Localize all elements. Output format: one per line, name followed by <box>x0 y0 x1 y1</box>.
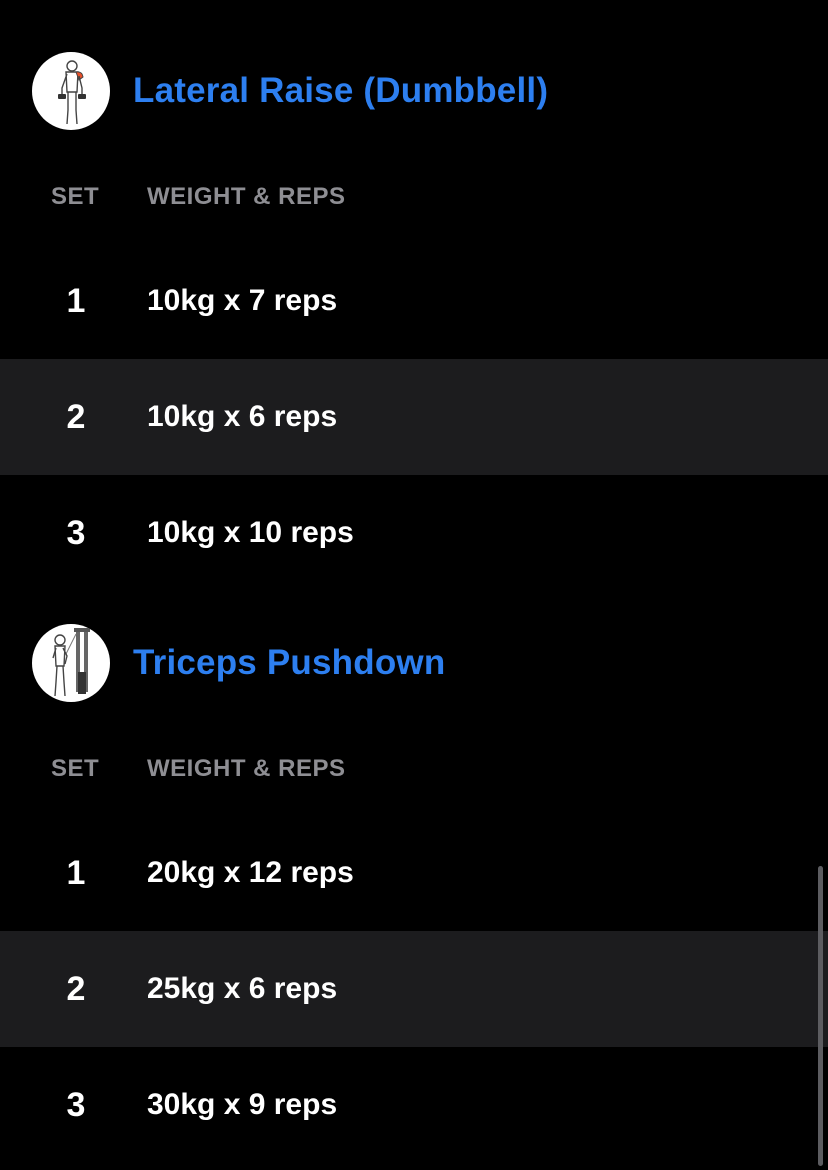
weight-reps-value: 25kg x 6 reps <box>147 972 338 1005</box>
weight-reps-value: 30kg x 9 reps <box>147 1088 338 1121</box>
exercise-title[interactable]: Lateral Raise (Dumbbell) <box>133 71 548 111</box>
exercise-title[interactable]: Triceps Pushdown <box>133 643 445 683</box>
set-row[interactable]: 3 10kg x 10 reps <box>0 475 828 591</box>
set-row[interactable]: 2 10kg x 6 reps <box>0 359 828 475</box>
weight-reps-column-label: WEIGHT & REPS <box>147 183 346 210</box>
set-number: 1 <box>66 282 86 320</box>
set-column-label: SET <box>51 183 100 210</box>
column-header: SET WEIGHT & REPS <box>0 753 828 785</box>
weight-reps-value: 10kg x 6 reps <box>147 400 338 433</box>
set-row[interactable]: 1 20kg x 12 reps <box>0 815 828 931</box>
triceps-pushdown-figure-icon[interactable] <box>32 624 110 702</box>
set-number: 3 <box>66 514 86 552</box>
set-number: 2 <box>66 398 86 436</box>
scrollbar[interactable] <box>818 866 823 1166</box>
weight-reps-value: 10kg x 10 reps <box>147 516 354 549</box>
weight-reps-value: 10kg x 7 reps <box>147 284 338 317</box>
column-header: SET WEIGHT & REPS <box>0 181 828 213</box>
lateral-raise-figure-icon[interactable] <box>32 52 110 130</box>
exercise-header[interactable]: Triceps Pushdown <box>32 623 445 703</box>
set-row[interactable]: 1 10kg x 7 reps <box>0 243 828 359</box>
set-number: 2 <box>66 970 86 1008</box>
set-row[interactable]: 3 30kg x 9 reps <box>0 1047 828 1163</box>
sets-list: 1 10kg x 7 reps 2 10kg x 6 reps 3 10kg x… <box>0 243 828 591</box>
set-number: 3 <box>66 1086 86 1124</box>
weight-reps-column-label: WEIGHT & REPS <box>147 755 346 782</box>
set-column-label: SET <box>51 755 100 782</box>
set-number: 1 <box>66 854 86 892</box>
exercise-header[interactable]: Lateral Raise (Dumbbell) <box>32 51 548 131</box>
set-row[interactable]: 2 25kg x 6 reps <box>0 931 828 1047</box>
weight-reps-value: 20kg x 12 reps <box>147 856 354 889</box>
sets-list: 1 20kg x 12 reps 2 25kg x 6 reps 3 30kg … <box>0 815 828 1163</box>
